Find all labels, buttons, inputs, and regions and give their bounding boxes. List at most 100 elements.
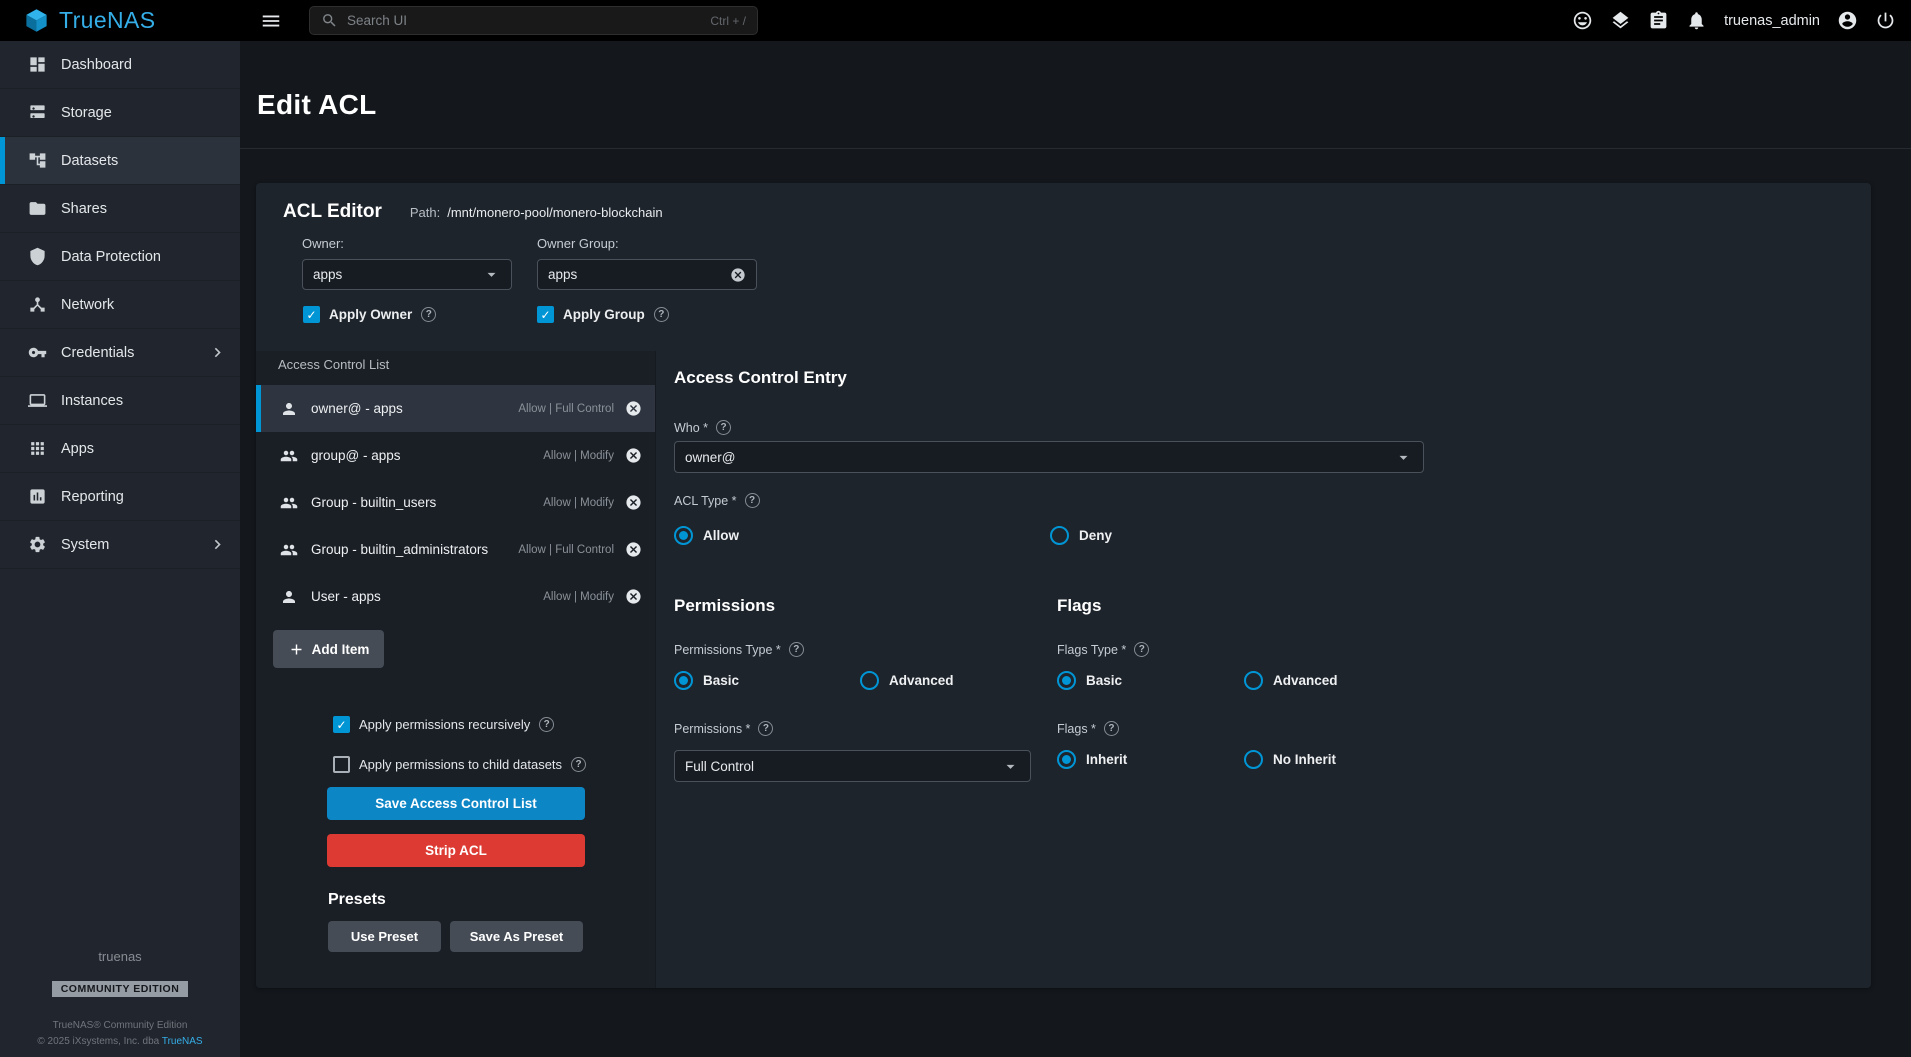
radio-permissions-basic[interactable]: Basic <box>674 671 739 690</box>
acl-entry-row-user-apps[interactable]: User - apps Allow | Modify <box>256 573 655 620</box>
acl-list-panel: Access Control List owner@ - apps Allow … <box>256 351 656 988</box>
sidebar-item-dashboard[interactable]: Dashboard <box>0 41 240 89</box>
copyright-text: © 2025 iXsystems, Inc. dba <box>37 1036 161 1047</box>
permissions-type-field-label: Permissions Type * <box>674 642 804 657</box>
strip-acl-button[interactable]: Strip ACL <box>327 834 585 867</box>
help-icon[interactable] <box>421 307 436 322</box>
sidebar-item-instances[interactable]: Instances <box>0 377 240 425</box>
remove-entry-icon[interactable] <box>625 541 642 558</box>
acl-entry-row-builtin-users[interactable]: Group - builtin_users Allow | Modify <box>256 479 655 526</box>
sidebar-item-apps[interactable]: Apps <box>0 425 240 473</box>
radio-permissions-advanced[interactable]: Advanced <box>860 671 954 690</box>
user-menu-button[interactable] <box>1837 10 1858 31</box>
sidebar-item-storage[interactable]: Storage <box>0 89 240 137</box>
sidebar-item-credentials[interactable]: Credentials <box>0 329 240 377</box>
power-icon <box>1875 10 1896 31</box>
acl-entry-permission: Allow | Full Control <box>518 403 614 415</box>
account-circle-icon <box>1837 10 1858 31</box>
apply-owner-checkbox[interactable] <box>303 306 320 323</box>
gear-icon <box>28 535 47 554</box>
radio-no-inherit[interactable]: No Inherit <box>1244 750 1336 769</box>
radio-allow[interactable]: Allow <box>674 526 739 545</box>
sidebar-item-data-protection[interactable]: Data Protection <box>0 233 240 281</box>
acl-entry-permission: Allow | Modify <box>543 450 614 462</box>
acl-entry-row-owner[interactable]: owner@ - apps Allow | Full Control <box>256 385 655 432</box>
help-icon[interactable] <box>716 420 731 435</box>
radio-flags-basic[interactable]: Basic <box>1057 671 1122 690</box>
flags-type-field-label: Flags Type * <box>1057 642 1149 657</box>
truecommand-button[interactable] <box>1610 10 1631 31</box>
apply-owner-row: Apply Owner <box>303 306 436 323</box>
sidebar-item-shares[interactable]: Shares <box>0 185 240 233</box>
help-icon[interactable] <box>745 493 760 508</box>
flags-type-label-text: Flags Type * <box>1057 643 1126 657</box>
sidebar-item-label: Storage <box>61 105 112 121</box>
use-preset-button[interactable]: Use Preset <box>328 921 441 952</box>
add-item-button[interactable]: Add Item <box>273 630 384 668</box>
clear-input-icon[interactable] <box>730 267 746 283</box>
apply-recursively-label: Apply permissions recursively <box>359 717 530 732</box>
chevron-down-icon <box>1001 757 1020 776</box>
sidebar-item-system[interactable]: System <box>0 521 240 569</box>
remove-entry-icon[interactable] <box>625 494 642 511</box>
help-icon[interactable] <box>789 642 804 657</box>
permissions-label-text: Permissions * <box>674 722 750 736</box>
radio-deny[interactable]: Deny <box>1050 526 1112 545</box>
flags-heading: Flags <box>1057 596 1101 616</box>
help-icon[interactable] <box>654 307 669 322</box>
storage-icon <box>28 103 47 122</box>
folder-icon <box>28 199 47 218</box>
page-header: Edit ACL <box>240 41 1911 149</box>
apply-group-checkbox[interactable] <box>537 306 554 323</box>
radio-inherit[interactable]: Inherit <box>1057 750 1127 769</box>
logged-in-username[interactable]: truenas_admin <box>1724 13 1820 29</box>
search-shortcut-hint: Ctrl + / <box>710 14 746 28</box>
recursive-row: Apply permissions recursively <box>333 716 554 733</box>
radio-circle-selected <box>1057 671 1076 690</box>
permissions-heading: Permissions <box>674 596 775 616</box>
path-value: /mnt/monero-pool/monero-blockchain <box>447 205 662 220</box>
owner-group-input[interactable]: apps <box>537 259 757 290</box>
people-icon <box>280 541 298 559</box>
remove-entry-icon[interactable] <box>625 447 642 464</box>
flags-label-text: Flags * <box>1057 722 1096 736</box>
datasets-tree-icon <box>28 151 47 170</box>
truenas-logo[interactable]: TrueNAS <box>0 7 240 34</box>
acl-type-label-text: ACL Type * <box>674 494 737 508</box>
apply-recursively-checkbox[interactable] <box>333 716 350 733</box>
help-icon[interactable] <box>539 717 554 732</box>
who-select[interactable]: owner@ <box>674 441 1424 473</box>
power-menu-button[interactable] <box>1875 10 1896 31</box>
clipboard-icon <box>1648 10 1669 31</box>
save-as-preset-button[interactable]: Save As Preset <box>450 921 583 952</box>
sidenav-toggle-button[interactable] <box>258 8 284 34</box>
sidebar-item-reporting[interactable]: Reporting <box>0 473 240 521</box>
remove-entry-icon[interactable] <box>625 400 642 417</box>
access-control-entry-panel: Access Control Entry Who * owner@ ACL Ty… <box>656 351 1871 988</box>
truenas-link[interactable]: TrueNAS <box>162 1036 203 1047</box>
search-input[interactable]: Search UI Ctrl + / <box>309 6 758 35</box>
feedback-button[interactable] <box>1572 10 1593 31</box>
permissions-select[interactable]: Full Control <box>674 750 1031 782</box>
bar-chart-icon <box>28 487 47 506</box>
owner-select[interactable]: apps <box>302 259 512 290</box>
radio-flags-advanced[interactable]: Advanced <box>1244 671 1338 690</box>
sidebar-item-datasets[interactable]: Datasets <box>0 137 240 185</box>
acl-entry-row-builtin-administrators[interactable]: Group - builtin_administrators Allow | F… <box>256 526 655 573</box>
owner-group-label: Owner Group: <box>537 236 619 251</box>
help-icon[interactable] <box>758 721 773 736</box>
chevron-right-icon <box>208 535 227 554</box>
apply-child-datasets-checkbox[interactable] <box>333 756 350 773</box>
jobs-button[interactable] <box>1648 10 1669 31</box>
help-icon[interactable] <box>1104 721 1119 736</box>
radio-circle-selected <box>674 671 693 690</box>
help-icon[interactable] <box>571 757 586 772</box>
save-acl-button[interactable]: Save Access Control List <box>327 787 585 820</box>
edition-line: TrueNAS® Community Edition <box>0 1020 240 1031</box>
help-icon[interactable] <box>1134 642 1149 657</box>
sidebar-item-network[interactable]: Network <box>0 281 240 329</box>
remove-entry-icon[interactable] <box>625 588 642 605</box>
radio-basic-label: Basic <box>1086 673 1122 688</box>
alerts-button[interactable] <box>1686 10 1707 31</box>
acl-entry-row-group[interactable]: group@ - apps Allow | Modify <box>256 432 655 479</box>
